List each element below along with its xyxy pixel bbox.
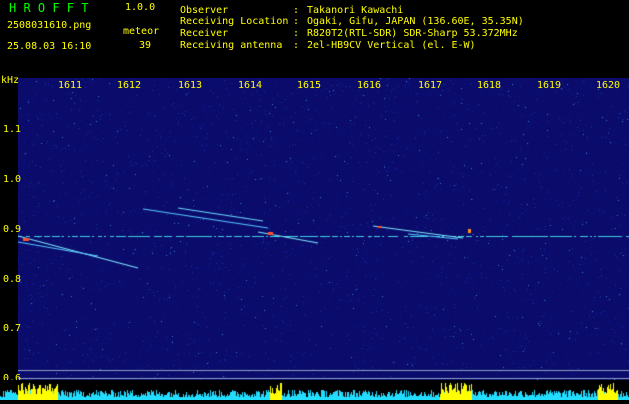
location-value: Ogaki, Gifu, JAPAN (136.60E, 35.35N)	[307, 16, 524, 27]
observer-label: Observer	[180, 5, 229, 16]
x-tick-label: 1614	[238, 80, 263, 91]
spectrogram-canvas	[18, 78, 629, 380]
signal-level-canvas	[0, 380, 629, 400]
y-tick-label: 0.8	[3, 274, 22, 285]
x-tick-label: 1612	[117, 80, 142, 91]
x-tick-label: 1616	[357, 80, 382, 91]
file-name: 2508031610.png	[7, 20, 92, 31]
x-tick-label: 1619	[537, 80, 562, 91]
receiver-sep: :	[293, 28, 300, 39]
x-tick-label: 1611	[58, 80, 83, 91]
observer-sep: :	[293, 5, 300, 16]
receiver-value: R820T2(RTL-SDR) SDR-Sharp 53.372MHz	[307, 28, 518, 39]
app-version: 1.0.0	[125, 2, 156, 13]
receiver-label: Receiver	[180, 28, 229, 39]
meteor-label: meteor	[123, 26, 160, 37]
y-axis-unit: kHz	[1, 75, 20, 86]
x-tick-label: 1613	[178, 80, 203, 91]
x-tick-label: 1620	[596, 80, 621, 91]
x-tick-label: 1615	[297, 80, 322, 91]
y-tick-label: 0.9	[3, 224, 22, 235]
signal-level-strip	[0, 380, 629, 400]
x-tick-label: 1617	[418, 80, 443, 91]
antenna-value: 2el-HB9CV Vertical (el. E-W)	[307, 40, 476, 51]
meteor-count: 39	[139, 40, 152, 51]
location-sep: :	[293, 16, 300, 27]
antenna-label: Receiving antenna	[180, 40, 283, 51]
spectrogram	[18, 78, 629, 380]
y-tick-label: 1.1	[3, 124, 22, 135]
capture-datetime: 25.08.03 16:10	[7, 41, 92, 52]
x-tick-label: 1618	[477, 80, 502, 91]
y-tick-label: 0.7	[3, 323, 22, 334]
observer-value: Takanori Kawachi	[307, 5, 404, 16]
antenna-sep: :	[293, 40, 300, 51]
location-label: Receiving Location	[180, 16, 289, 27]
app-title: H R O F F T	[9, 1, 89, 15]
y-tick-label: 1.0	[3, 174, 22, 185]
header-panel: H R O F F T 1.0.0 2508031610.png meteor …	[0, 0, 629, 72]
